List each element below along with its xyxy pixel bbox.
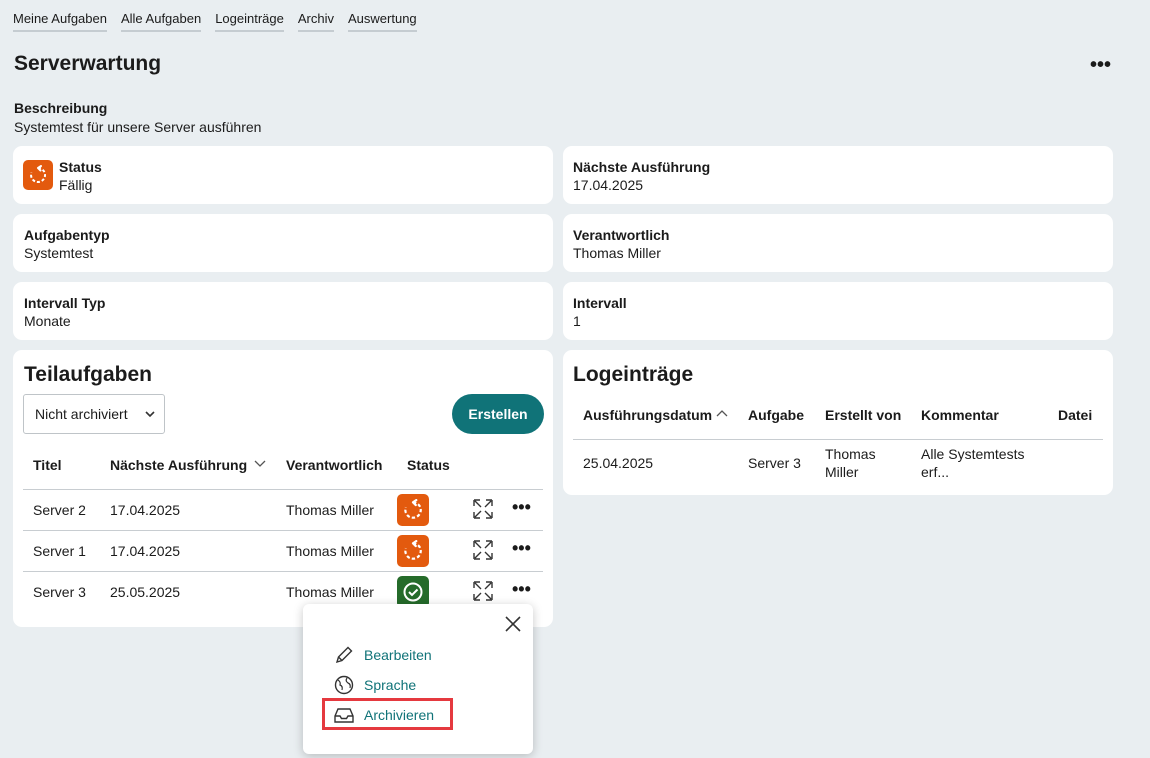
expand-icon[interactable] <box>473 540 493 560</box>
description-value: Systemtest für unsere Server ausführen <box>14 119 262 135</box>
archive-highlight-box <box>322 698 453 730</box>
nav-archiv[interactable]: Archiv <box>297 11 334 32</box>
row-context-menu: Bearbeiten Sprache Archivieren <box>303 604 533 754</box>
create-subtask-button[interactable]: Erstellen <box>452 394 544 434</box>
row-responsible: Thomas Miller <box>286 543 374 559</box>
logs-title: Logeinträge <box>573 363 694 386</box>
row-next-run: 25.05.2025 <box>110 584 181 600</box>
log-author-line1: Thomas <box>825 446 876 462</box>
description-label: Beschreibung <box>14 100 108 116</box>
subtasks-card: Teilaufgaben Nicht archiviert Erstellen … <box>13 350 553 627</box>
table-header-divider <box>23 489 543 490</box>
log-date: 25.04.2025 <box>583 455 654 471</box>
nav-auswertung[interactable]: Auswertung <box>348 11 417 32</box>
column-header-next-run[interactable]: Nächste Ausführung <box>110 457 247 473</box>
row-divider <box>23 571 543 572</box>
row-divider <box>23 530 543 531</box>
interval-card: Intervall 1 <box>563 282 1113 340</box>
interval-type-label: Intervall Typ <box>24 295 106 311</box>
menu-item-label: Sprache <box>364 677 417 693</box>
expand-icon[interactable] <box>473 581 493 601</box>
row-more-button[interactable]: ••• <box>512 538 531 559</box>
expand-icon[interactable] <box>473 499 493 519</box>
interval-value: 1 <box>573 313 581 329</box>
nav-meine-aufgaben[interactable]: Meine Aufgaben <box>13 11 107 32</box>
responsible-value: Thomas Miller <box>573 245 661 261</box>
menu-item-edit[interactable]: Bearbeiten <box>333 644 432 666</box>
column-header-file[interactable]: Datei <box>1058 407 1092 423</box>
status-due-icon <box>397 535 429 567</box>
log-comment-line1: Alle Systemtests <box>921 446 1025 462</box>
column-header-task[interactable]: Aufgabe <box>748 407 804 423</box>
archive-filter-value: Nicht archiviert <box>35 406 128 422</box>
row-responsible: Thomas Miller <box>286 584 374 600</box>
page-more-button[interactable]: ••• <box>1090 54 1111 77</box>
sort-ascending-icon[interactable] <box>715 408 729 418</box>
log-author-line2: Miller <box>825 464 859 480</box>
column-header-comment[interactable]: Kommentar <box>921 407 999 423</box>
status-card: Status Fällig <box>13 146 553 204</box>
row-title: Server 2 <box>33 502 86 518</box>
next-run-value: 17.04.2025 <box>573 177 644 193</box>
column-header-created-by[interactable]: Erstellt von <box>825 407 901 423</box>
interval-type-card: Intervall Typ Monate <box>13 282 553 340</box>
table-header-divider <box>573 439 1103 440</box>
column-header-status[interactable]: Status <box>407 457 450 473</box>
row-title: Server 1 <box>33 543 86 559</box>
archive-filter-select[interactable]: Nicht archiviert <box>23 394 165 434</box>
responsible-label: Verantwortlich <box>573 227 670 243</box>
status-value: Fällig <box>59 177 93 193</box>
column-header-execution-date[interactable]: Ausführungsdatum <box>583 407 712 423</box>
task-type-card: Aufgabentyp Systemtest <box>13 214 553 272</box>
row-more-button[interactable]: ••• <box>512 579 531 600</box>
sort-descending-icon[interactable] <box>253 459 267 469</box>
page-title: Serverwartung <box>14 52 162 75</box>
interval-type-value: Monate <box>24 313 71 329</box>
logs-card: Logeinträge Ausführungsdatum Aufgabe Ers… <box>563 350 1113 495</box>
column-header-responsible[interactable]: Verantwortlich <box>286 457 382 473</box>
menu-item-label: Bearbeiten <box>364 647 432 663</box>
row-more-button[interactable]: ••• <box>512 497 531 518</box>
responsible-card: Verantwortlich Thomas Miller <box>563 214 1113 272</box>
column-header-title[interactable]: Titel <box>33 457 62 473</box>
chevron-down-icon <box>145 411 155 418</box>
status-due-icon <box>397 494 429 526</box>
next-run-label: Nächste Ausführung <box>573 159 711 175</box>
status-label: Status <box>59 159 102 175</box>
nav-alle-aufgaben[interactable]: Alle Aufgaben <box>120 11 202 32</box>
nav-logeintraege[interactable]: Logeinträge <box>215 11 284 32</box>
row-next-run: 17.04.2025 <box>110 502 181 518</box>
row-title: Server 3 <box>33 584 86 600</box>
top-nav: Meine Aufgaben Alle Aufgaben Logeinträge… <box>13 11 417 32</box>
status-due-icon <box>23 160 53 190</box>
interval-label: Intervall <box>573 295 627 311</box>
task-type-value: Systemtest <box>24 245 94 261</box>
pencil-icon <box>335 646 353 664</box>
log-task: Server 3 <box>748 455 801 471</box>
menu-item-language[interactable]: Sprache <box>333 674 416 696</box>
task-type-label: Aufgabentyp <box>24 227 110 243</box>
globe-icon <box>334 675 354 695</box>
row-next-run: 17.04.2025 <box>110 543 181 559</box>
subtasks-title: Teilaufgaben <box>24 363 152 386</box>
log-comment-line2: erf... <box>921 464 950 480</box>
close-icon[interactable] <box>503 614 523 634</box>
row-responsible: Thomas Miller <box>286 502 374 518</box>
next-run-card: Nächste Ausführung 17.04.2025 <box>563 146 1113 204</box>
